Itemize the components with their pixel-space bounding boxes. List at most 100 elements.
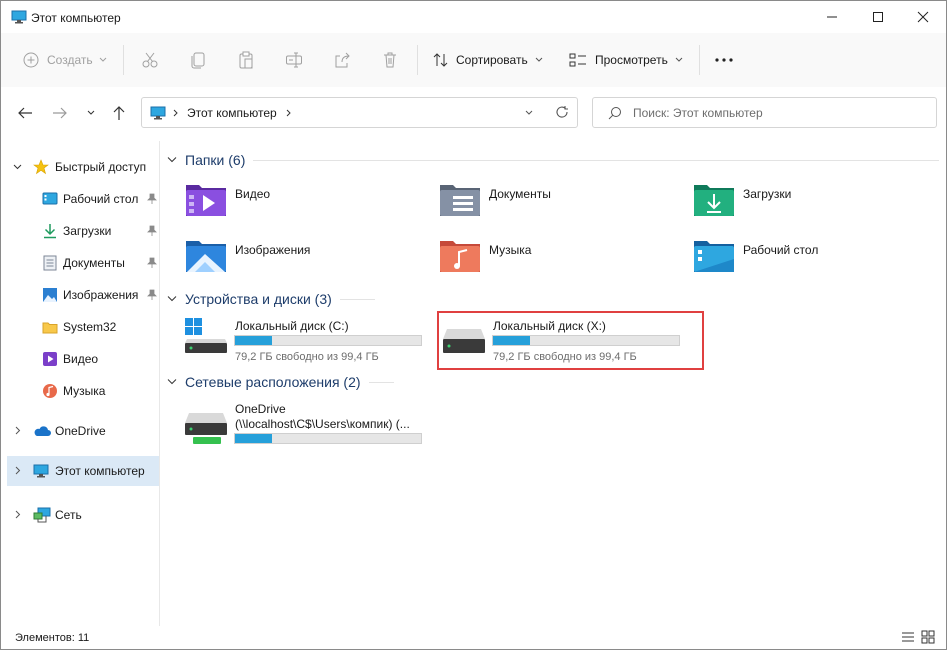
delete-button[interactable]: [381, 49, 399, 71]
new-button[interactable]: Создать: [23, 49, 107, 71]
view-button[interactable]: Просмотреть: [569, 49, 683, 71]
back-arrow-icon[interactable]: [17, 106, 33, 120]
drive-usage-fill: [235, 434, 273, 443]
folder-item-documents[interactable]: Документы: [439, 181, 679, 221]
folder-name: Загрузки: [743, 187, 792, 201]
close-button[interactable]: [900, 1, 946, 33]
sidebar-item-this-pc[interactable]: Этот компьютер: [7, 456, 159, 486]
pictures-icon: [43, 288, 57, 302]
system-drive-icon: [185, 318, 227, 353]
sidebar-item-label: Сеть: [55, 508, 82, 522]
copy-button[interactable]: [189, 49, 207, 71]
chevron-down-icon: [99, 57, 106, 62]
explorer-window: Этот компьютер Создать Сортировать Просм…: [0, 0, 947, 650]
cut-button[interactable]: [141, 49, 159, 71]
trash-icon: [384, 52, 396, 68]
up-arrow-icon[interactable]: [112, 105, 126, 121]
more-options-button[interactable]: [714, 49, 734, 71]
chevron-down-icon[interactable]: [13, 164, 22, 170]
address-history-chevron-icon[interactable]: [525, 110, 533, 116]
chevron-down-icon: [167, 296, 177, 302]
section-title: Устройства и диски (3): [185, 291, 332, 307]
section-divider: [368, 381, 394, 383]
sidebar-item-video[interactable]: Видео: [7, 344, 159, 374]
new-button-label: Создать: [47, 53, 93, 67]
section-title: Папки (6): [185, 152, 246, 168]
sidebar-item-label: Видео: [63, 352, 99, 366]
star-icon: [33, 159, 49, 175]
section-header-devices[interactable]: Устройства и диски (3): [167, 291, 375, 307]
sidebar-item-label: Быстрый доступ: [55, 160, 147, 174]
downloads-folder-icon: [694, 185, 734, 216]
pin-icon[interactable]: [147, 193, 157, 205]
sidebar-item-music[interactable]: Музыка: [7, 376, 159, 406]
refresh-icon[interactable]: [555, 105, 569, 119]
pin-icon[interactable]: [147, 225, 157, 237]
pin-icon[interactable]: [147, 289, 157, 301]
navigation-bar: Этот компьютер Поиск: Этот компьютер: [1, 87, 946, 141]
toolbar-divider: [417, 45, 418, 75]
drive-usage-fill: [235, 336, 273, 345]
network-location-path: (\\localhost\C$\Users\компик) (...: [235, 417, 410, 431]
music-icon: [43, 384, 57, 398]
more-icon: [715, 58, 733, 62]
drive-free-space: 79,2 ГБ свободно из 99,4 ГБ: [235, 351, 379, 363]
share-icon: [335, 52, 350, 68]
rename-button[interactable]: [285, 49, 303, 71]
item-count: Элементов: 11: [15, 632, 90, 644]
forward-arrow-icon[interactable]: [52, 106, 68, 120]
address-bar[interactable]: Этот компьютер: [141, 97, 578, 128]
drive-item-c[interactable]: Локальный диск (C:) 79,2 ГБ свободно из …: [185, 317, 435, 373]
folder-item-desktop[interactable]: Рабочий стол: [693, 237, 933, 277]
toolbar-divider: [123, 45, 124, 75]
chevron-right-icon: [173, 109, 178, 117]
sidebar-item-label: OneDrive: [55, 424, 106, 438]
network-location-name: OneDrive: [235, 402, 286, 416]
tiles-view-icon[interactable]: [921, 630, 935, 644]
sidebar-item-quick-access[interactable]: Быстрый доступ: [7, 152, 159, 182]
share-button[interactable]: [333, 49, 351, 71]
folder-item-music[interactable]: Музыка: [439, 237, 679, 277]
sidebar-item-network[interactable]: Сеть: [7, 500, 159, 530]
section-header-network[interactable]: Сетевые расположения (2): [167, 374, 394, 390]
sidebar-item-label: Изображения: [63, 288, 139, 302]
sort-button[interactable]: Сортировать: [432, 49, 543, 71]
sort-button-label: Сортировать: [456, 53, 528, 67]
section-header-folders[interactable]: Папки (6): [167, 152, 939, 168]
chevron-right-icon[interactable]: [15, 510, 21, 519]
this-pc-icon: [33, 464, 49, 478]
maximize-button[interactable]: [855, 1, 901, 33]
recent-locations-chevron-icon[interactable]: [87, 110, 95, 116]
details-view-icon[interactable]: [901, 631, 915, 643]
rename-icon: [286, 52, 302, 68]
drive-usage-bar: [234, 433, 422, 444]
network-icon: [33, 507, 51, 523]
close-icon: [917, 11, 929, 23]
folder-item-pictures[interactable]: Изображения: [185, 237, 425, 277]
search-box[interactable]: Поиск: Этот компьютер: [592, 97, 937, 128]
search-icon: [608, 107, 621, 120]
folder-item-downloads[interactable]: Загрузки: [693, 181, 933, 221]
folder-item-video[interactable]: Видео: [185, 181, 425, 221]
sidebar-item-system32[interactable]: System32: [7, 312, 159, 342]
drive-usage-bar: [234, 335, 422, 346]
paste-icon: [239, 51, 253, 69]
sidebar-item-label: Документы: [63, 256, 125, 270]
sidebar-item-label: Рабочий стол: [63, 192, 139, 206]
breadcrumb-this-pc[interactable]: Этот компьютер: [187, 106, 277, 120]
sidebar-item-label: Этот компьютер: [55, 464, 145, 478]
title-bar: Этот компьютер: [1, 1, 946, 33]
chevron-right-icon[interactable]: [286, 109, 292, 117]
chevron-right-icon[interactable]: [15, 466, 21, 475]
pin-icon[interactable]: [147, 257, 157, 269]
sidebar-item-documents[interactable]: Документы: [7, 248, 159, 278]
pictures-folder-icon: [186, 241, 226, 272]
sidebar-item-downloads[interactable]: Загрузки: [7, 216, 159, 246]
sidebar-item-desktop[interactable]: Рабочий стол: [7, 184, 159, 214]
minimize-button[interactable]: [809, 1, 855, 33]
network-location-onedrive[interactable]: OneDrive (\\localhost\C$\Users\компик) (…: [185, 401, 435, 457]
paste-button[interactable]: [237, 49, 255, 71]
sidebar-item-onedrive[interactable]: OneDrive: [7, 416, 159, 446]
sidebar-item-pictures[interactable]: Изображения: [7, 280, 159, 310]
chevron-right-icon[interactable]: [15, 426, 21, 435]
